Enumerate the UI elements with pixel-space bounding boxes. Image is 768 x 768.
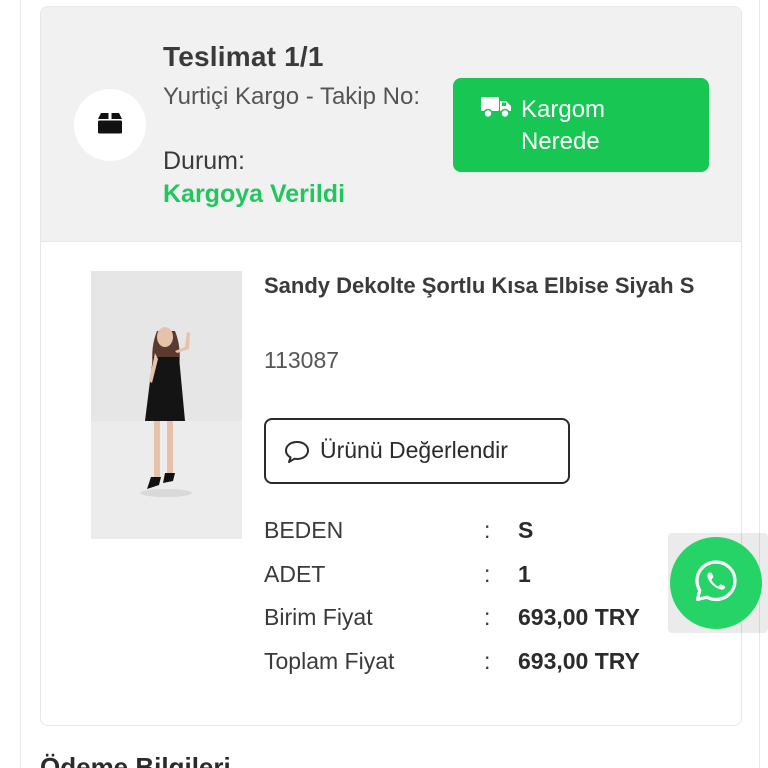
chat-bubble-icon bbox=[284, 440, 310, 469]
review-product-label: Ürünü Değerlendir bbox=[320, 437, 508, 463]
payment-info-heading: Ödeme Bilgileri bbox=[40, 752, 231, 768]
detail-label: Birim Fiyat bbox=[264, 604, 373, 630]
detail-separator: : bbox=[484, 560, 491, 587]
detail-label: BEDEN bbox=[264, 517, 344, 543]
delivery-title: Teslimat 1/1 bbox=[163, 41, 324, 72]
whatsapp-icon bbox=[693, 558, 739, 609]
detail-row-size: BEDEN : S bbox=[264, 517, 724, 561]
review-product-button[interactable]: Ürünü Değerlendir bbox=[264, 418, 570, 484]
delivery-card: Teslimat 1/1 Yurtiçi Kargo - Takip No: D… bbox=[40, 6, 742, 726]
page-border-right bbox=[759, 0, 760, 768]
delivery-header: Teslimat 1/1 Yurtiçi Kargo - Takip No: D… bbox=[41, 7, 741, 242]
detail-separator: : bbox=[484, 604, 491, 630]
detail-label: ADET bbox=[264, 560, 326, 587]
truck-icon bbox=[480, 94, 512, 125]
package-icon bbox=[97, 110, 123, 141]
product-code: 113087 bbox=[264, 347, 340, 373]
detail-row-quantity: ADET : 1 bbox=[264, 561, 724, 605]
carrier-tracking-label: Yurtiçi Kargo - Takip No: bbox=[163, 83, 421, 110]
track-shipment-button[interactable]: Kargom Nerede bbox=[453, 78, 709, 172]
order-detail-page: Teslimat 1/1 Yurtiçi Kargo - Takip No: D… bbox=[0, 0, 768, 768]
detail-separator: : bbox=[484, 517, 491, 543]
status-label: Durum: bbox=[163, 147, 245, 175]
status-value: Kargoya Verildi bbox=[163, 180, 346, 208]
detail-row-unit-price: Birim Fiyat : 693,00 TRY bbox=[264, 604, 724, 648]
detail-value: 1 bbox=[518, 560, 531, 587]
product-name[interactable]: Sandy Dekolte Şortlu Kısa Elbise Siyah S bbox=[264, 271, 704, 301]
product-image bbox=[91, 271, 242, 539]
detail-row-total-price: Toplam Fiyat : 693,00 TRY bbox=[264, 648, 724, 692]
detail-value: S bbox=[518, 517, 534, 543]
product-details: BEDEN : S ADET : 1 Birim Fiyat : 693,00 … bbox=[264, 517, 724, 691]
detail-value: 693,00 TRY bbox=[518, 604, 640, 630]
detail-label: Toplam Fiyat bbox=[264, 647, 395, 674]
page-border-left bbox=[20, 0, 21, 768]
detail-separator: : bbox=[484, 647, 491, 674]
package-icon-circle bbox=[74, 89, 146, 161]
track-shipment-label: Kargom Nerede bbox=[521, 96, 606, 155]
detail-value: 693,00 TRY bbox=[518, 647, 640, 674]
whatsapp-button[interactable] bbox=[670, 537, 762, 629]
